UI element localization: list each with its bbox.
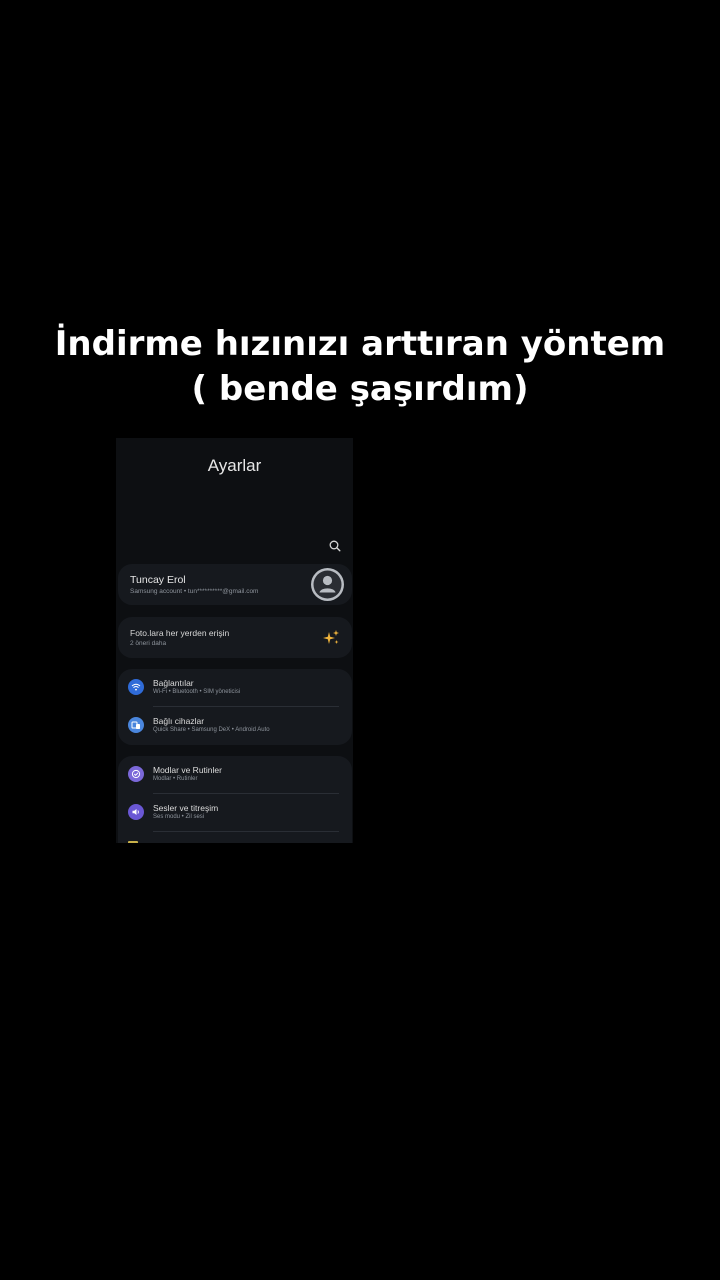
next-item-icon-peek (128, 841, 138, 843)
item-title: Sesler ve titreşim (153, 803, 219, 813)
account-email: Samsung account • tun**********@gmail.co… (130, 588, 259, 595)
modes-group: Modlar ve Rutinler Modlar • Rutinler Ses… (118, 756, 352, 843)
settings-item-modes-routines[interactable]: Modlar ve Rutinler Modlar • Rutinler (118, 756, 352, 793)
settings-screen: Ayarlar Tuncay Erol Samsung account • tu… (116, 438, 353, 843)
suggestion-card[interactable]: Foto.lara her yerden erişin 2 öneri daha (118, 617, 352, 658)
item-subtitle: Wi-Fi • Bluetooth • SIM yöneticisi (153, 689, 241, 695)
wifi-icon (128, 679, 144, 695)
avatar[interactable] (311, 568, 344, 601)
sound-icon (128, 804, 144, 820)
devices-icon (128, 717, 144, 733)
modes-icon (128, 766, 144, 782)
item-title: Bağlı cihazlar (153, 716, 205, 726)
item-subtitle: Modlar • Rutinler (153, 776, 198, 782)
suggestion-title: Foto.lara her yerden erişin (130, 628, 230, 638)
account-name: Tuncay Erol (130, 574, 186, 586)
item-subtitle: Ses modu • Zil sesi (153, 814, 205, 820)
settings-item-connected-devices[interactable]: Bağlı cihazlar Quick Share • Samsung DeX… (118, 707, 352, 744)
video-caption: İndirme hızınızı arttıran yöntem ( bende… (0, 322, 720, 412)
divider (153, 831, 339, 832)
item-title: Bağlantılar (153, 678, 194, 688)
page-title: Ayarlar (207, 456, 262, 475)
suggestion-subtitle: 2 öneri daha (130, 640, 167, 647)
item-subtitle: Quick Share • Samsung DeX • Android Auto (153, 727, 270, 733)
sparkle-icon (323, 630, 339, 644)
search-icon[interactable] (328, 539, 342, 553)
settings-item-connections[interactable]: Bağlantılar Wi-Fi • Bluetooth • SIM yöne… (118, 669, 352, 706)
caption-line-2: ( bende şaşırdım) (191, 369, 529, 409)
caption-line-1: İndirme hızınızı arttıran yöntem (54, 324, 666, 364)
account-card[interactable]: Tuncay Erol Samsung account • tun*******… (118, 564, 352, 605)
person-icon (313, 570, 342, 599)
connections-group: Bağlantılar Wi-Fi • Bluetooth • SIM yöne… (118, 669, 352, 745)
item-title: Modlar ve Rutinler (153, 765, 222, 775)
settings-item-sounds-vibration[interactable]: Sesler ve titreşim Ses modu • Zil sesi (118, 794, 352, 831)
